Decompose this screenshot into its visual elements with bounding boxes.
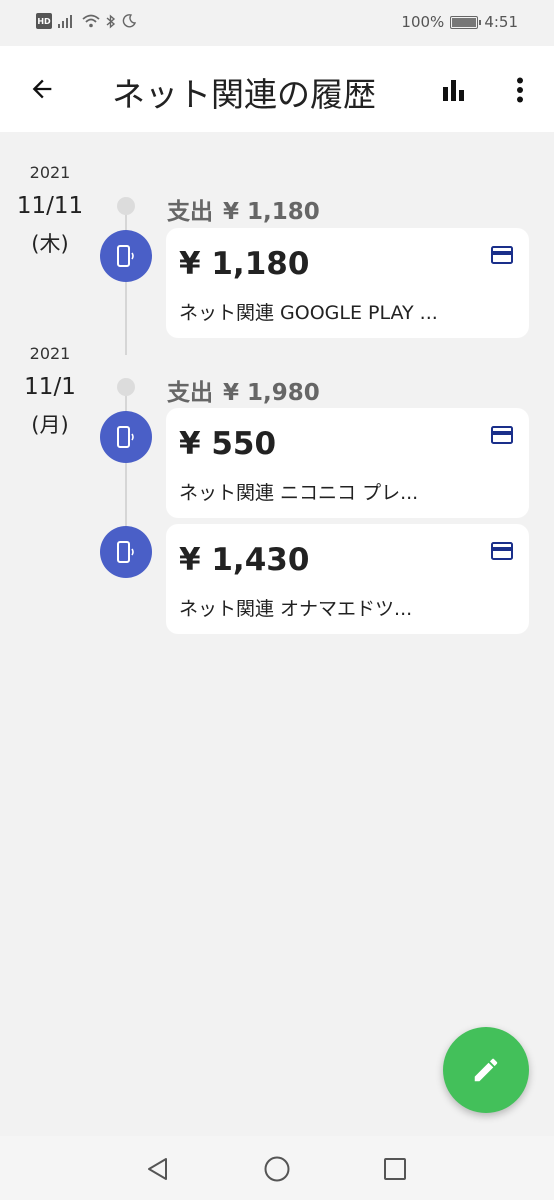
transaction-amount: ¥ 550 <box>179 426 277 462</box>
nav-back-button[interactable] <box>143 1154 173 1184</box>
timeline-dot <box>117 378 135 396</box>
status-bar: HD 100% 4:51 <box>0 0 554 46</box>
date-year: 2021 <box>29 163 71 182</box>
transaction-amount: ¥ 1,430 <box>179 542 310 578</box>
triangle-back-icon <box>148 1158 167 1180</box>
group-header: 支出 ¥ 1,980 <box>167 373 320 407</box>
category-phone-icon[interactable] <box>100 526 152 578</box>
phone-icon <box>117 245 134 267</box>
date-day: 11/1 <box>24 374 76 400</box>
group-header-label: 支出 <box>167 199 213 225</box>
group-header-amount: ¥ 1,180 <box>223 199 320 225</box>
app-bar: ネット関連の履歴 <box>0 46 554 132</box>
bluetooth-icon <box>106 13 116 29</box>
date-day: 11/11 <box>16 193 84 219</box>
edit-fab-button[interactable] <box>443 1027 529 1113</box>
category-phone-icon[interactable] <box>100 230 152 282</box>
date-weekday: (木) <box>31 232 69 256</box>
date-year: 2021 <box>29 344 71 363</box>
more-options-button[interactable] <box>502 72 538 108</box>
moon-icon <box>122 14 136 28</box>
chart-button[interactable] <box>436 72 472 108</box>
status-left: HD <box>36 13 136 29</box>
credit-card-icon <box>491 246 513 264</box>
transaction-description: ネット関連 ニコニコ プレ... <box>179 482 419 504</box>
transaction-description: ネット関連 GOOGLE PLAY ... <box>179 302 438 324</box>
wifi-icon <box>82 14 100 28</box>
page-title: ネット関連の履歴 <box>112 75 376 114</box>
nav-home-button[interactable] <box>262 1154 292 1184</box>
credit-card-icon <box>491 542 513 560</box>
battery-icon <box>450 15 482 29</box>
battery-percent: 100% <box>401 13 445 31</box>
back-button[interactable] <box>24 71 60 107</box>
more-vert-icon <box>517 77 523 103</box>
system-nav-bar <box>0 1136 554 1200</box>
clock: 4:51 <box>484 13 518 31</box>
date-weekday: (月) <box>31 413 69 437</box>
nav-recents-button[interactable] <box>380 1154 410 1184</box>
bar-chart-icon <box>443 80 464 101</box>
signal-icon <box>58 15 72 28</box>
timeline-dot <box>117 197 135 215</box>
category-phone-icon[interactable] <box>100 411 152 463</box>
transaction-description: ネット関連 オナマエドツ... <box>179 598 413 620</box>
square-recents-icon <box>384 1158 406 1180</box>
arrow-back-icon <box>32 79 52 99</box>
status-right: 100% 4:51 <box>401 13 518 31</box>
transaction-card[interactable]: ¥ 1,430 ネット関連 オナマエドツ... <box>166 524 529 634</box>
phone-icon <box>117 541 134 563</box>
edit-pencil-icon <box>474 1058 498 1082</box>
group-header-amount: ¥ 1,980 <box>223 380 320 406</box>
phone-icon <box>117 426 134 448</box>
transaction-card[interactable]: ¥ 1,180 ネット関連 GOOGLE PLAY ... <box>166 228 529 338</box>
hd-icon: HD <box>36 13 52 29</box>
transaction-card[interactable]: ¥ 550 ネット関連 ニコニコ プレ... <box>166 408 529 518</box>
group-header-label: 支出 <box>167 380 213 406</box>
credit-card-icon <box>491 426 513 444</box>
group-header: 支出 ¥ 1,180 <box>167 192 320 226</box>
transaction-amount: ¥ 1,180 <box>179 246 310 282</box>
circle-home-icon <box>264 1156 290 1182</box>
